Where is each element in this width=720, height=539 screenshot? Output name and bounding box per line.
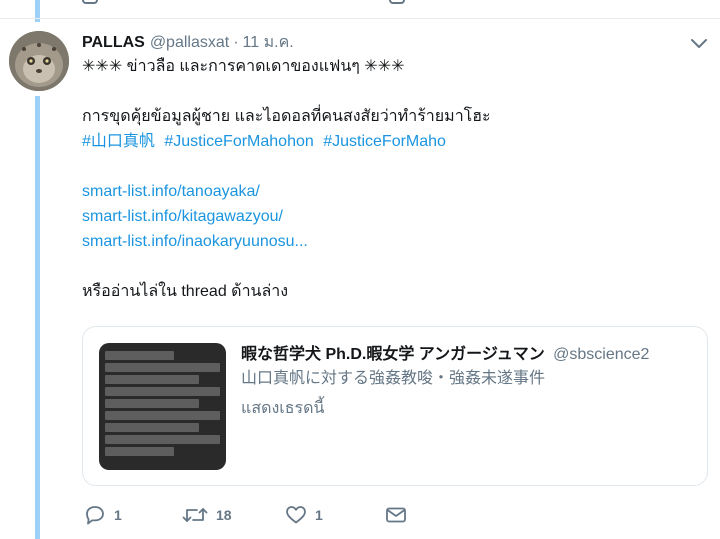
heart-icon (285, 505, 307, 525)
reply-icon (84, 505, 106, 525)
hashtag-link[interactable]: #JusticeForMaho (323, 133, 446, 150)
envelope-icon (385, 505, 407, 525)
like-count: 1 (315, 507, 323, 523)
tweet-text-line-2: การขุดคุ้ยข้อมูลผู้ชาย และไอดอลที่คนสงสั… (82, 108, 491, 125)
reply-count: 1 (114, 507, 122, 523)
thread-hint-suffix: ด้านล่าง (231, 283, 289, 300)
thread-connector (35, 96, 40, 539)
thread-hint-prefix: หรืออ่านไล่ใน (82, 283, 177, 300)
header-separator: · (233, 34, 239, 51)
quoted-tweet-image (99, 343, 226, 470)
quoted-tweet-body: 暇な哲学犬 Ph.D.暇女学 アンガージュマン @sbscience2 山口真帆… (241, 343, 701, 421)
quoted-tweet-text: 山口真帆に対する強姦教唆・強姦未遂事件 (241, 370, 546, 387)
url-link[interactable]: smart-list.info/tanoayaka/ (82, 183, 260, 200)
retweet-icon (182, 505, 208, 525)
retweet-count: 18 (216, 507, 232, 523)
retweet-button[interactable]: 18 (182, 505, 232, 525)
tweet-timestamp[interactable]: 11 ม.ค. (243, 30, 294, 55)
tweet-divider (0, 18, 720, 19)
previous-tweet-actions (82, 0, 422, 6)
thread-hint: หรืออ่านไล่ใน thread ด้านล่าง (82, 279, 682, 304)
thread-hint-word: thread (181, 283, 227, 300)
chevron-down-icon[interactable] (690, 34, 708, 52)
author-handle[interactable]: @pallasxat (150, 34, 229, 52)
show-thread-link[interactable]: แสดงเธรดนี้ (241, 397, 701, 421)
reply-button[interactable]: 1 (84, 505, 122, 525)
prev-envelope-icon[interactable] (389, 0, 405, 4)
tweet-actions: 1 18 1 (82, 502, 422, 528)
hashtag-link[interactable]: #山口真帆 (82, 133, 155, 150)
tweet-text: ✳✳✳ ข่าวลือ และการคาดเดาของแฟนๆ ✳✳✳ การข… (82, 54, 682, 304)
like-button[interactable]: 1 (285, 505, 323, 525)
url-link[interactable]: smart-list.info/inaokaryuunosu... (82, 233, 308, 250)
quoted-tweet-card[interactable]: 暇な哲学犬 Ph.D.暇女学 アンガージュマン @sbscience2 山口真帆… (82, 326, 708, 486)
tweet-header: PALLAS @pallasxat · 11 ม.ค. (82, 30, 294, 52)
quoted-author-name: 暇な哲学犬 Ph.D.暇女学 アンガージュマン (241, 346, 545, 363)
author-name[interactable]: PALLAS (82, 34, 145, 52)
quoted-tweet-header: 暇な哲学犬 Ph.D.暇女学 アンガージュマン @sbscience2 (241, 343, 701, 367)
direct-message-button[interactable] (385, 505, 407, 525)
url-link[interactable]: smart-list.info/kitagawazyou/ (82, 208, 283, 225)
hashtag-link[interactable]: #JusticeForMahohon (164, 133, 313, 150)
avatar[interactable] (9, 31, 69, 91)
hashtag-row: #山口真帆 #JusticeForMahohon #JusticeForMaho (82, 129, 682, 154)
tweet-text-line-1: ✳✳✳ ข่าวลือ และการคาดเดาของแฟนๆ ✳✳✳ (82, 58, 405, 75)
quoted-author-handle: @sbscience2 (553, 346, 650, 363)
prev-reply-icon[interactable] (82, 0, 98, 4)
